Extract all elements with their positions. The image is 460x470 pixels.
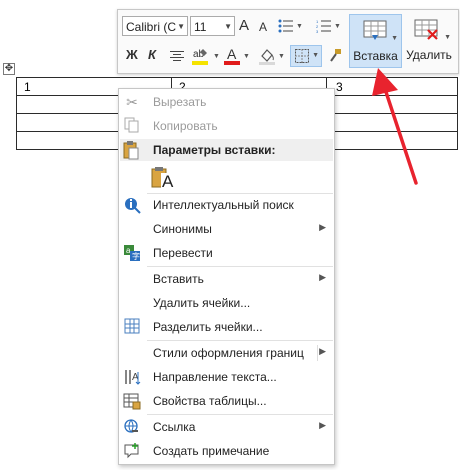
chevron-down-icon[interactable]: ▼ bbox=[334, 23, 341, 30]
font-size-select[interactable]: 11 ▼ bbox=[190, 16, 235, 36]
shrink-font-button[interactable]: A bbox=[259, 18, 267, 36]
menu-item-new-comment[interactable]: Создать примечание bbox=[119, 439, 334, 463]
menu-item-table-properties[interactable]: Свойства таблицы... bbox=[119, 389, 334, 413]
paste-keep-text-only-button[interactable]: A bbox=[149, 165, 175, 191]
copy-icon bbox=[123, 117, 141, 135]
font-size-value: 11 bbox=[194, 20, 207, 34]
menu-item-split-cells[interactable]: Разделить ячейки... bbox=[119, 315, 334, 339]
menu-item-label: Интеллектуальный поиск bbox=[153, 198, 294, 212]
table-border bbox=[457, 77, 458, 150]
chevron-down-icon[interactable]: ▼ bbox=[278, 53, 285, 60]
link-icon bbox=[123, 418, 141, 436]
bold-button[interactable]: Ж bbox=[126, 46, 138, 64]
menu-item-label: Синонимы bbox=[153, 222, 212, 236]
borders-icon bbox=[295, 49, 309, 63]
chevron-down-icon: ▼ bbox=[391, 35, 398, 42]
menu-item-cut[interactable]: ✂ Вырезать bbox=[119, 90, 334, 114]
paste-icon bbox=[122, 140, 140, 160]
menu-item-label: Вырезать bbox=[153, 95, 207, 109]
table-cell[interactable]: 1 bbox=[24, 80, 31, 94]
menu-item-label: Перевести bbox=[153, 246, 213, 260]
paste-option-letter: A bbox=[161, 172, 175, 191]
insert-table-icon bbox=[363, 20, 387, 40]
table-cell[interactable]: 3 bbox=[336, 80, 343, 94]
svg-text:3: 3 bbox=[316, 29, 319, 33]
bullets-icon[interactable] bbox=[278, 19, 294, 33]
paste-options-label: Параметры вставки: bbox=[153, 143, 276, 157]
font-color-swatch bbox=[224, 61, 240, 65]
chevron-down-icon[interactable]: ▼ bbox=[243, 53, 250, 60]
context-menu: ✂ Вырезать Копировать Параметры вставки:… bbox=[118, 88, 335, 465]
font-color-letter: A bbox=[227, 46, 237, 62]
smart-lookup-icon bbox=[123, 196, 141, 214]
text-direction-icon: A bbox=[123, 368, 141, 386]
menu-item-label: Вставить bbox=[153, 272, 204, 286]
align-center-icon[interactable] bbox=[170, 50, 184, 62]
chevron-right-icon: ▶ bbox=[319, 346, 326, 356]
font-color-icon[interactable]: A bbox=[224, 46, 240, 66]
numbering-icon[interactable]: 123 bbox=[316, 19, 332, 34]
menu-item-text-direction[interactable]: A Направление текста... bbox=[119, 365, 334, 389]
chevron-down-icon[interactable]: ▼ bbox=[213, 53, 220, 60]
mini-toolbar: Calibri (С ▼ 11 ▼ A A ▼ 123 ▼ Ж К ab ▼ A… bbox=[117, 9, 459, 74]
menu-item-label: Разделить ячейки... bbox=[153, 320, 263, 334]
chevron-down-icon: ▼ bbox=[444, 34, 451, 41]
insert-button[interactable]: ▼ Вставка bbox=[349, 14, 402, 68]
menu-item-label: Стили оформления границ bbox=[153, 346, 304, 360]
svg-text:字: 字 bbox=[132, 251, 140, 261]
translate-icon: a字 bbox=[123, 244, 141, 262]
menu-item-insert[interactable]: Вставить ▶ bbox=[119, 267, 334, 291]
delete-label: Удалить bbox=[406, 48, 452, 62]
chevron-down-icon: ▼ bbox=[177, 22, 185, 31]
highlight-icon[interactable]: ab bbox=[191, 46, 211, 66]
comment-icon bbox=[123, 442, 141, 460]
menu-item-label: Направление текста... bbox=[153, 370, 277, 384]
paste-options-header: Параметры вставки: bbox=[120, 139, 333, 161]
scissors-icon: ✂ bbox=[126, 94, 138, 110]
menu-item-label: Удалить ячейки... bbox=[153, 296, 251, 310]
shading-icon[interactable] bbox=[258, 46, 276, 66]
italic-button[interactable]: К bbox=[148, 46, 156, 64]
menu-item-label: Копировать bbox=[153, 119, 218, 133]
menu-item-label: Ссылка bbox=[153, 420, 196, 434]
table-border bbox=[16, 77, 458, 78]
chevron-right-icon: ▶ bbox=[319, 272, 326, 282]
chevron-down-icon[interactable]: ▼ bbox=[296, 23, 303, 30]
menu-item-translate[interactable]: a字 Перевести bbox=[119, 241, 334, 265]
menu-item-smart-lookup[interactable]: Интеллектуальный поиск bbox=[119, 193, 334, 217]
delete-table-icon bbox=[414, 19, 438, 40]
split-cells-icon bbox=[123, 318, 141, 336]
table-border bbox=[16, 77, 17, 150]
font-name-select[interactable]: Calibri (С ▼ bbox=[122, 16, 188, 36]
move-table-icon[interactable]: ✥ bbox=[3, 63, 15, 75]
split-divider bbox=[317, 345, 318, 361]
menu-item-border-styles[interactable]: Стили оформления границ ▶ bbox=[119, 341, 334, 365]
chevron-down-icon: ▼ bbox=[224, 22, 232, 31]
borders-button[interactable]: ▼ bbox=[290, 45, 322, 67]
menu-item-copy[interactable]: Копировать bbox=[119, 114, 334, 138]
insert-label: Вставка bbox=[353, 49, 398, 63]
menu-item-link[interactable]: Ссылка ▶ bbox=[119, 415, 334, 439]
chevron-right-icon: ▶ bbox=[319, 222, 326, 232]
menu-item-delete-cells[interactable]: Удалить ячейки... bbox=[119, 291, 334, 315]
menu-item-label: Создать примечание bbox=[153, 444, 270, 458]
chevron-down-icon: ▼ bbox=[312, 52, 319, 59]
format-painter-icon[interactable] bbox=[327, 48, 343, 64]
chevron-right-icon: ▶ bbox=[319, 420, 326, 430]
font-name-value: Calibri (С bbox=[126, 20, 177, 34]
menu-item-synonyms[interactable]: Синонимы ▶ bbox=[119, 217, 334, 241]
menu-item-label: Свойства таблицы... bbox=[153, 394, 267, 408]
grow-font-button[interactable]: A bbox=[239, 17, 249, 35]
table-properties-icon bbox=[123, 392, 141, 410]
